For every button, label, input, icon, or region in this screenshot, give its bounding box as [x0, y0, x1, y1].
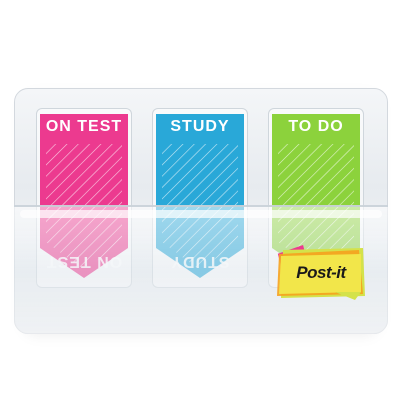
flag-label: STUDY: [170, 118, 230, 135]
brand-logo-text: Post-it: [296, 263, 346, 282]
flag-label: ON TEST: [45, 118, 123, 135]
flag-label: TO DO: [288, 118, 344, 135]
product-photo: ON TEST ON TEST STUDY STUDY: [0, 0, 400, 400]
sleeve-highlight: [20, 210, 382, 218]
post-it-logo: Post-it: [275, 244, 367, 302]
